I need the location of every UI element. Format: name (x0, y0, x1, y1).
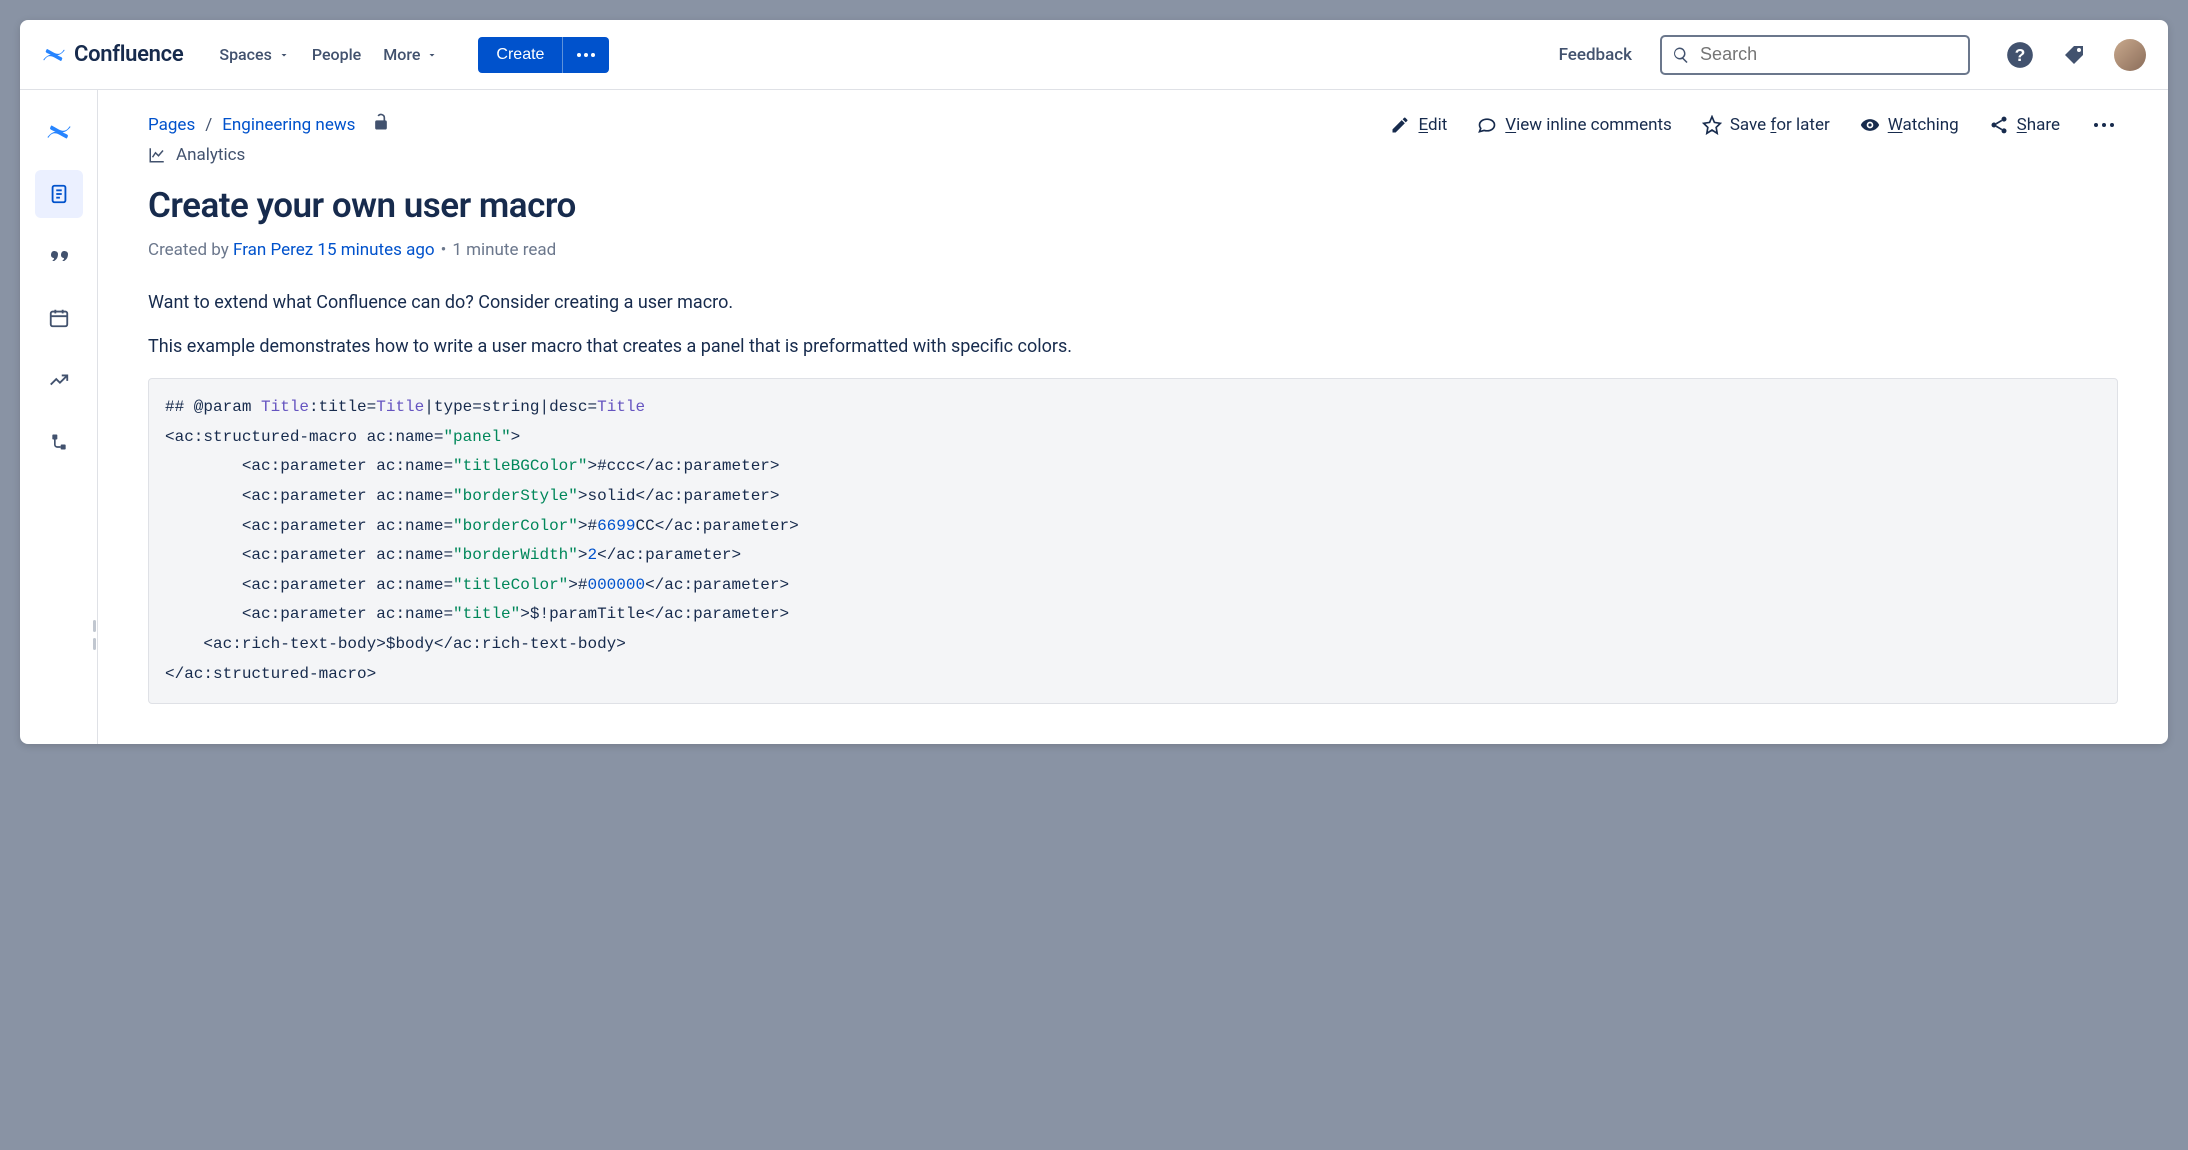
analytics-button[interactable]: Analytics (148, 145, 2118, 165)
rail-analytics[interactable] (35, 356, 83, 404)
restrictions-button[interactable] (371, 112, 391, 137)
page-actions: Edit View inline comments Save for later… (1390, 115, 2118, 135)
chevron-down-icon (278, 49, 290, 61)
page-toolbar: Pages / Engineering news Edit View inlin… (148, 112, 2118, 137)
create-more-button[interactable] (562, 37, 609, 73)
read-time: 1 minute read (452, 240, 556, 260)
rail-calendar[interactable] (35, 294, 83, 342)
body-area: Pages / Engineering news Edit View inlin… (20, 90, 2168, 744)
top-nav: Confluence Spaces People More Create Fee… (20, 20, 2168, 90)
view-comments-button[interactable]: View inline comments (1477, 115, 1672, 135)
search-input[interactable] (1700, 44, 1958, 65)
eye-icon (1860, 115, 1880, 135)
unlock-icon (371, 112, 391, 132)
ellipsis-icon (577, 53, 595, 57)
page-more-button[interactable] (2090, 119, 2118, 131)
svg-text:?: ? (2015, 44, 2026, 64)
nav-more-label: More (383, 45, 420, 64)
feedback-link[interactable]: Feedback (1559, 45, 1632, 65)
chart-icon (48, 369, 70, 391)
rail-resize-handle[interactable] (93, 620, 101, 650)
help-button[interactable]: ? (2006, 41, 2034, 69)
breadcrumb-pages[interactable]: Pages (148, 115, 195, 135)
byline-sep: • (441, 240, 447, 260)
nav-more[interactable]: More (383, 45, 438, 64)
nav-items: Spaces People More Create (219, 37, 609, 73)
edit-button[interactable]: Edit (1390, 115, 1447, 135)
calendar-icon (48, 307, 70, 329)
search-box[interactable] (1660, 35, 1970, 75)
create-button[interactable]: Create (478, 37, 562, 73)
quote-icon (47, 244, 71, 268)
byline: Created by Fran Perez 15 minutes ago •1 m… (148, 240, 2118, 260)
paragraph-2: This example demonstrates how to write a… (148, 334, 2118, 360)
topnav-icons: ? (2006, 39, 2146, 71)
watching-button[interactable]: Watching (1860, 115, 1959, 135)
search-icon (1672, 45, 1690, 65)
brand-name: Confluence (74, 42, 183, 67)
left-rail (20, 90, 98, 744)
confluence-mini-icon (46, 119, 72, 145)
save-label: Save for later (1730, 115, 1830, 135)
author-link[interactable]: Fran Perez 15 minutes ago (233, 240, 435, 260)
share-button[interactable]: Share (1989, 115, 2060, 135)
nav-people-label: People (312, 45, 361, 64)
star-icon (1702, 115, 1722, 135)
chart-line-icon (148, 146, 166, 164)
breadcrumb: Pages / Engineering news (148, 112, 391, 137)
edit-label: Edit (1418, 115, 1447, 135)
share-label: Share (2017, 115, 2060, 135)
rail-pages[interactable] (35, 170, 83, 218)
nav-spaces-label: Spaces (219, 45, 271, 64)
content: Pages / Engineering news Edit View inlin… (98, 90, 2168, 744)
nav-people[interactable]: People (312, 45, 361, 64)
analytics-label: Analytics (176, 145, 245, 165)
comment-icon (1477, 115, 1497, 135)
share-icon (1989, 115, 2009, 135)
rail-home[interactable] (35, 108, 83, 156)
avatar[interactable] (2114, 39, 2146, 71)
breadcrumb-sep: / (205, 115, 212, 135)
watching-label: Watching (1888, 115, 1959, 135)
breadcrumb-space[interactable]: Engineering news (222, 115, 355, 135)
confluence-logo-icon (42, 43, 66, 67)
help-icon: ? (2006, 41, 2034, 69)
tag-icon (2062, 43, 2086, 67)
brand[interactable]: Confluence (42, 42, 183, 67)
page-title: Create your own user macro (148, 185, 2118, 226)
nav-spaces[interactable]: Spaces (219, 45, 289, 64)
notifications-button[interactable] (2060, 41, 2088, 69)
hierarchy-icon (49, 432, 69, 452)
paragraph-1: Want to extend what Confluence can do? C… (148, 290, 2118, 316)
rail-blog[interactable] (35, 232, 83, 280)
rail-tree[interactable] (35, 418, 83, 466)
view-comments-label: View inline comments (1505, 115, 1672, 135)
pencil-icon (1390, 115, 1410, 135)
create-split-button: Create (478, 37, 609, 73)
page-icon (48, 183, 70, 205)
save-for-later-button[interactable]: Save for later (1702, 115, 1830, 135)
app-window: Confluence Spaces People More Create Fee… (20, 20, 2168, 744)
code-block: ## @param Title:title=Title|type=string|… (148, 378, 2118, 704)
chevron-down-icon (426, 49, 438, 61)
byline-prefix: Created by (148, 240, 233, 260)
